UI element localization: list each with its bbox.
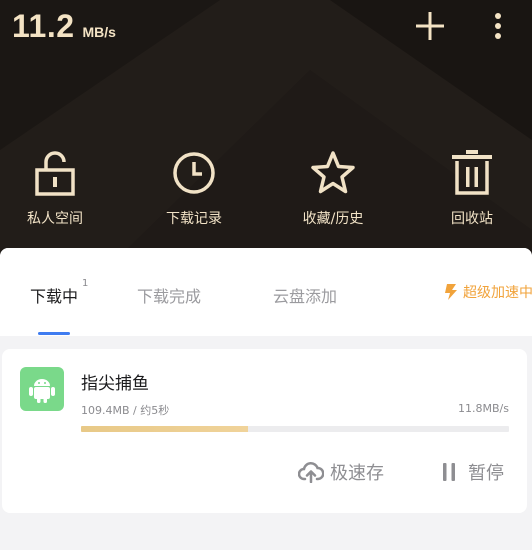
more-vertical-icon [495,13,501,39]
favorites-history-button[interactable]: 收藏/历史 [273,148,393,238]
more-menu-button[interactable] [482,8,514,44]
pause-label: 暂停 [468,463,504,484]
active-tab-indicator [38,332,70,335]
tab-downloading-badge: 1 [82,278,89,289]
tab-cloud-add[interactable]: 云盘添加 [273,283,337,307]
task-speed: 11.8MB/s [458,402,509,415]
recycle-bin-label: 回收站 [451,211,493,227]
fast-save-label: 极速存 [330,463,384,484]
download-header: 11.2 MB/s 私人空间 下载记录 收藏/历史 回收站 [0,0,532,256]
download-task-card[interactable]: 指尖捕鱼 109.4MB / 约5秒 11.8MB/s 极速存 暂停 [2,349,527,513]
task-file-name: 指尖捕鱼 [81,374,149,394]
star-icon [311,151,355,194]
recycle-bin-button[interactable]: 回收站 [412,148,532,238]
trash-icon [452,150,492,195]
pause-button[interactable]: 暂停 [442,459,504,485]
private-space-button[interactable]: 私人空间 [0,148,115,238]
download-history-button[interactable]: 下载记录 [134,148,254,238]
favorites-history-label: 收藏/历史 [302,211,364,227]
task-progress-bar [81,426,509,432]
super-boost-label: 超级加速中 [463,285,532,301]
download-history-label: 下载记录 [166,211,222,227]
download-panel: 下载中 1 下载完成 云盘添加 超级加速中 指尖捕鱼 109.4MB / 约5秒… [0,248,532,550]
add-task-button[interactable] [412,8,448,44]
cloud-upload-icon [298,462,324,483]
task-progress-fill [81,426,248,432]
unlock-icon [35,151,75,196]
android-icon [29,379,55,403]
lightning-icon [445,284,457,300]
total-download-speed: 11.2 MB/s [12,8,116,45]
tab-downloading[interactable]: 下载中 [30,283,78,307]
clock-icon [173,152,215,194]
speed-value: 11.2 [12,8,75,44]
tab-bar: 下载中 1 下载完成 云盘添加 超级加速中 [0,248,532,336]
fast-save-button[interactable]: 极速存 [298,459,384,485]
plus-icon [416,12,444,40]
private-space-label: 私人空间 [27,211,83,227]
super-boost-button[interactable]: 超级加速中 [443,282,532,302]
speed-unit: MB/s [82,24,116,40]
task-size-eta: 109.4MB / 约5秒 [81,404,170,417]
app-icon [20,367,64,411]
tab-completed[interactable]: 下载完成 [137,283,201,307]
pause-icon [443,463,455,481]
